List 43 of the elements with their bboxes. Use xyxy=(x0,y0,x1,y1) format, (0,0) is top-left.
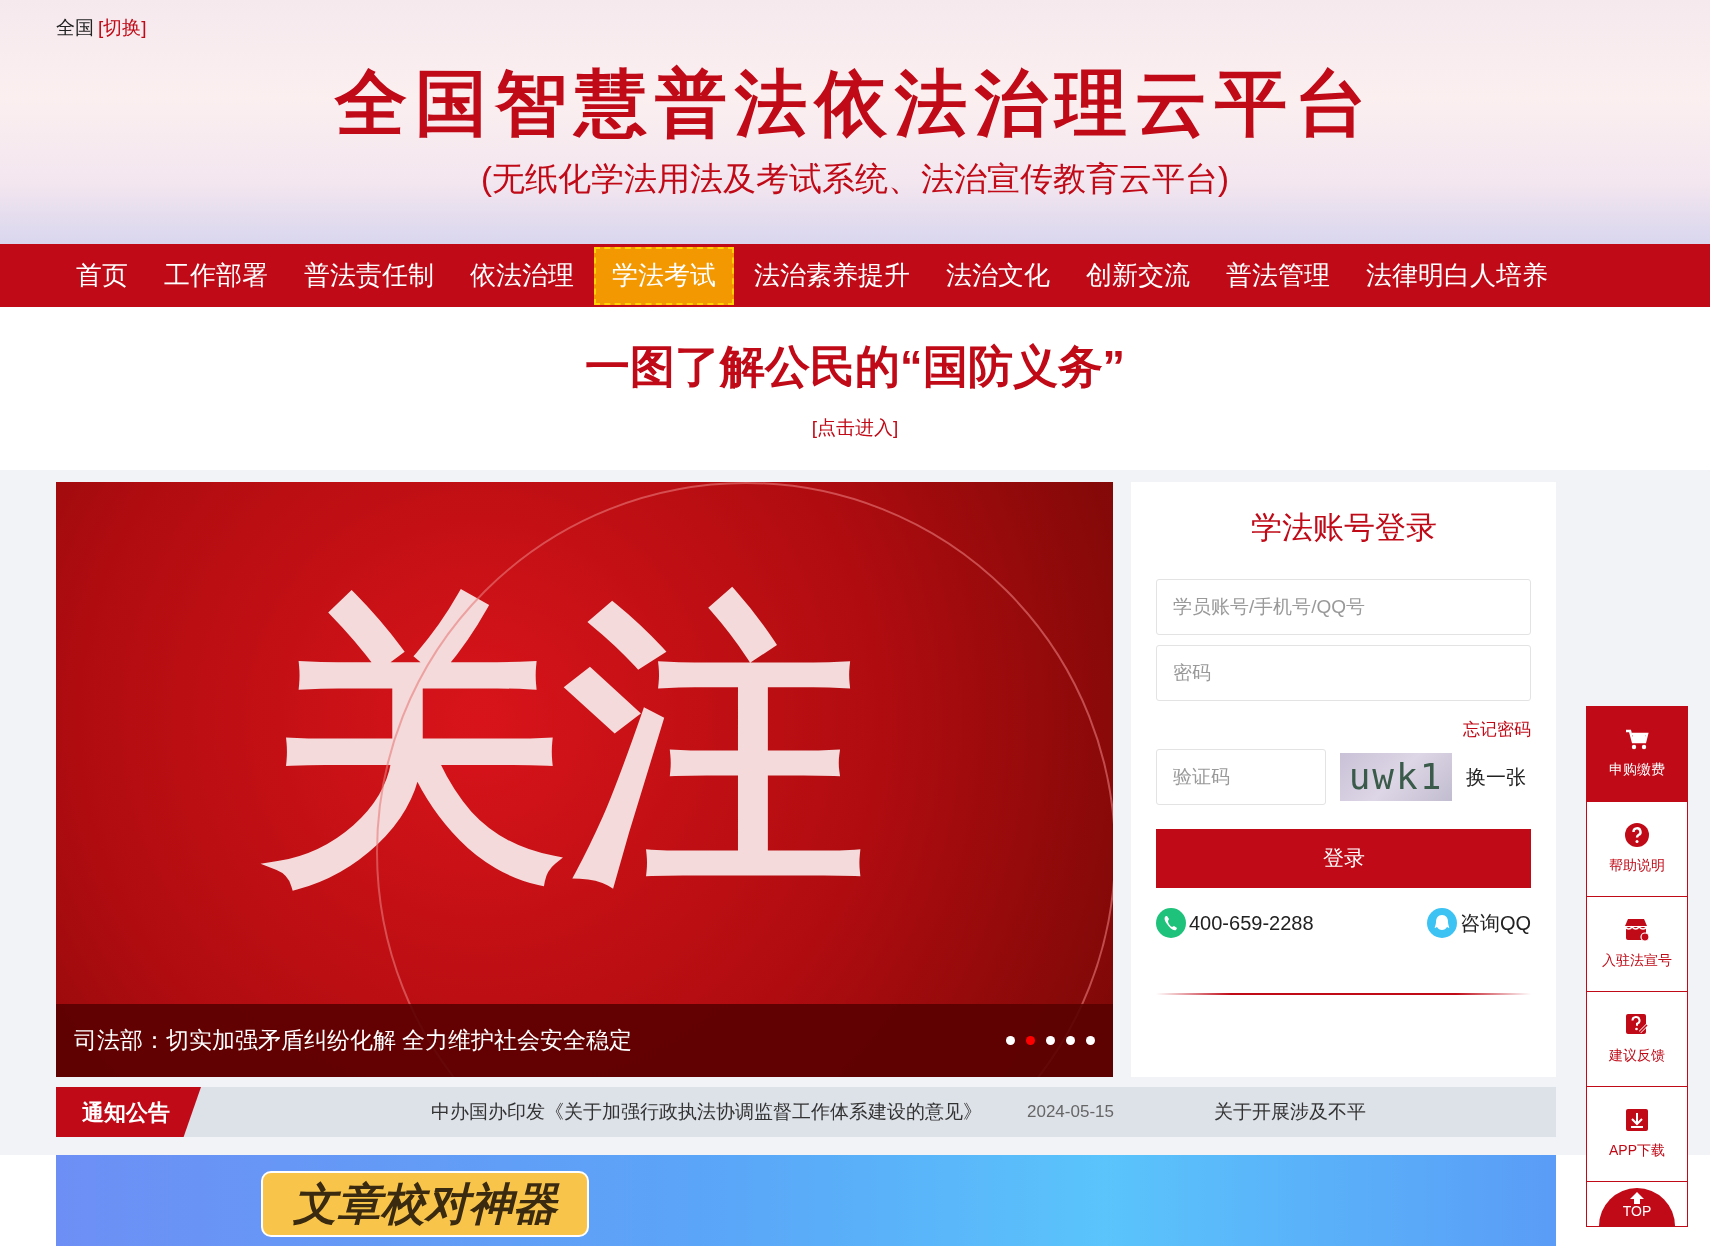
refresh-captcha-link[interactable]: 换一张 xyxy=(1466,761,1526,792)
promo-title: 文章校对神器 xyxy=(261,1171,589,1237)
login-button[interactable]: 登录 xyxy=(1156,828,1531,888)
forgot-password-link[interactable]: 忘记密码 xyxy=(1463,717,1531,743)
chat-bubble-icon xyxy=(1426,907,1457,938)
notice-label: 通知公告 xyxy=(56,1087,201,1137)
nav-item[interactable]: 依法治理 xyxy=(452,246,592,305)
back-to-top-button[interactable]: TOP xyxy=(1599,1188,1675,1226)
feature-headline[interactable]: 一图了解公民的“国防义务” xyxy=(585,344,1125,389)
account-field[interactable]: 学员账号/手机号/QQ号 xyxy=(1156,579,1531,635)
enter-link[interactable]: [点击进入] xyxy=(811,414,899,443)
notice-date: 2024-05-15 xyxy=(1027,1101,1114,1124)
nav-item[interactable]: 工作部署 xyxy=(146,246,286,305)
nav-item[interactable]: 普法管理 xyxy=(1208,246,1348,305)
phone-number: 400-659-2288 xyxy=(1189,910,1314,936)
notice-link[interactable]: 中办国办印发《关于加强行政执法协调监督工作体系建设的意见》 xyxy=(431,1097,982,1127)
shop-icon xyxy=(1624,917,1650,942)
slide-headline: 关注 xyxy=(236,548,896,938)
site-title: 全国智慧普法依法治理云平台 xyxy=(335,64,1375,144)
side-tool-button[interactable]: 申购缴费 xyxy=(1587,707,1687,802)
notice-link[interactable]: 关于开展涉及不平 xyxy=(1213,1097,1366,1127)
captcha-field[interactable]: 验证码 xyxy=(1156,748,1326,805)
nav-item[interactable]: 首页 xyxy=(58,246,146,305)
region-label: 全国 xyxy=(56,16,94,40)
nav-item[interactable]: 法治素养提升 xyxy=(736,246,928,305)
switch-link[interactable]: [切换] xyxy=(98,14,147,43)
captcha-image[interactable]: uwk1 xyxy=(1340,752,1452,801)
help-icon xyxy=(1625,822,1649,847)
login-title: 学法账号登录 xyxy=(1250,512,1437,543)
phone-icon xyxy=(1156,907,1186,938)
nav-item[interactable]: 法治文化 xyxy=(928,246,1068,305)
nav-item[interactable]: 普法责任制 xyxy=(286,246,452,305)
promo-banner[interactable]: 文章校对神器 xyxy=(56,1155,1556,1246)
slide-caption[interactable]: 司法部：切实加强矛盾纠纷化解 全力维护社会安全稳定 xyxy=(74,1023,633,1058)
qq-consult-link[interactable]: 咨询QQ xyxy=(1459,907,1531,938)
password-field[interactable]: 密码 xyxy=(1156,645,1531,701)
cart-icon xyxy=(1625,728,1649,751)
site-subtitle: (无纸化学法用法及考试系统、法治宣传教育云平台) xyxy=(481,161,1229,195)
nav-item[interactable]: 创新交流 xyxy=(1068,246,1208,305)
feedback-icon xyxy=(1625,1012,1649,1037)
nav-item[interactable]: 法律明白人培养 xyxy=(1348,246,1566,305)
download-icon xyxy=(1625,1107,1649,1132)
arrow-up-icon xyxy=(1630,1192,1644,1204)
